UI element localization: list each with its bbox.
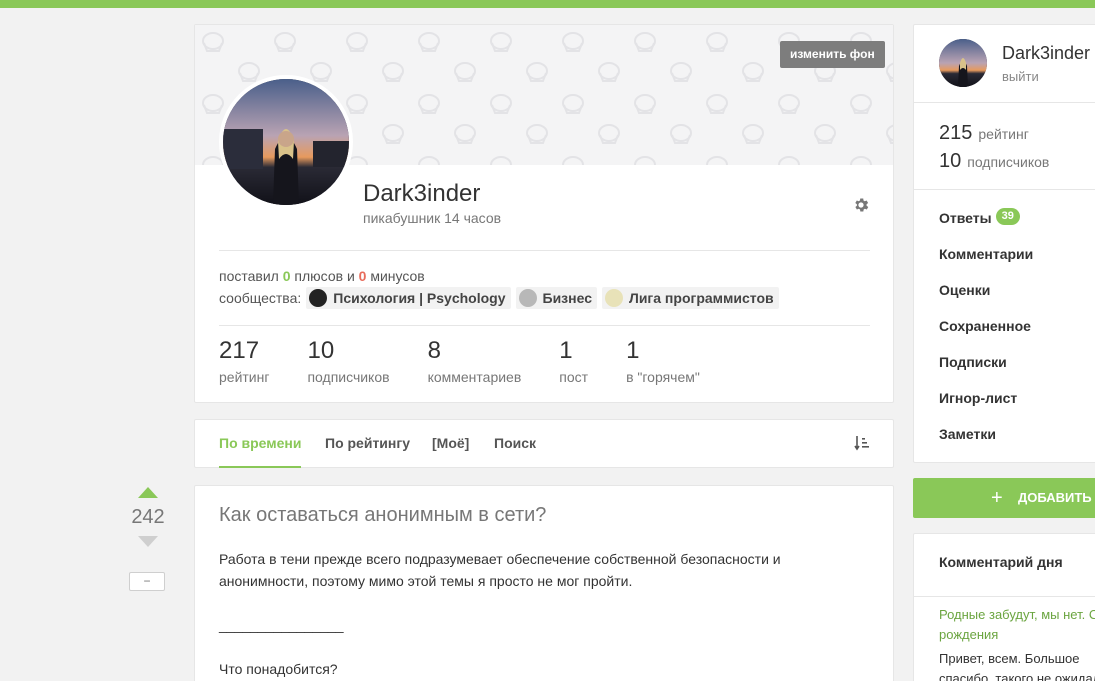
stat-label: рейтинг [219, 369, 270, 385]
tab-mine[interactable]: [Моё] [432, 420, 469, 468]
sidebar-rating: 215 рейтинг [939, 122, 1029, 145]
stat-number: 8 [427, 337, 441, 364]
divider [219, 250, 870, 251]
votes-summary: поставил 0 плюсов и 0 минусов [219, 268, 425, 284]
community-label: Психология | Psychology [333, 290, 506, 306]
sidebar-subs-number: 10 [939, 150, 962, 172]
stat-number: 217 [219, 337, 260, 364]
feed-tabs: По времени По рейтингу [Моё] Поиск [194, 419, 894, 468]
sidebar-rating-number: 215 [939, 122, 973, 144]
divider [914, 102, 1095, 103]
menu-item-saved[interactable]: Сохраненное [939, 316, 1033, 352]
upvote-arrow-icon[interactable] [138, 487, 158, 498]
sidebar-avatar[interactable] [939, 39, 987, 87]
divider [219, 325, 870, 326]
profile-stats: 217 рейтинг 10 подписчиков 8 комментарие… [219, 337, 738, 385]
menu-item-label: Ответы [939, 210, 992, 226]
menu-item-ratings[interactable]: Оценки [939, 280, 1033, 316]
stat-label: пост [559, 369, 589, 385]
community-programmers[interactable]: Лига программистов [602, 287, 779, 309]
comment-of-the-day-card: Комментарий дня Родные забудут, мы нет. … [913, 533, 1095, 681]
programmers-league-icon [605, 289, 623, 307]
menu-item-answers[interactable]: Ответы 39 [939, 208, 1033, 244]
post-paragraph: Работа в тени прежде всего подразумевает… [219, 551, 781, 589]
stat-number: 10 [307, 337, 335, 364]
stat-rating: 217 рейтинг [219, 337, 269, 385]
post-separator: ________________ [219, 617, 344, 633]
sort-icon[interactable] [854, 435, 870, 451]
downvote-arrow-icon[interactable] [138, 536, 158, 547]
tab-by-time[interactable]: По времени [219, 420, 302, 468]
stat-hot: 1 в "горячем" [626, 337, 700, 385]
collapse-post-button[interactable]: − [129, 572, 165, 591]
communities-row: сообщества: Психология | Psychology Бизн… [219, 287, 779, 309]
divider [914, 189, 1095, 190]
post-paragraph: Что понадобится? [219, 661, 338, 677]
stat-posts: 1 пост [559, 337, 588, 385]
community-label: Лига программистов [629, 290, 774, 306]
community-business[interactable]: Бизнес [515, 287, 597, 309]
tab-by-rating[interactable]: По рейтингу [325, 420, 410, 468]
cotd-comment-text: Привет, всем. Большое спасибо, такого не… [939, 651, 1095, 681]
cotd-post-link[interactable]: Родные забудут, мы нет. С рождения [939, 605, 1095, 645]
gear-icon[interactable] [852, 196, 870, 214]
menu-item-subscriptions[interactable]: Подписки [939, 352, 1033, 388]
sidebar-username[interactable]: Dark3inder [1002, 43, 1090, 64]
post-title[interactable]: Как оставаться анонимным в сети? [219, 504, 546, 527]
sidebar-subscribers: 10 подписчиков [939, 150, 1049, 173]
community-label: Бизнес [542, 290, 592, 306]
communities-label: сообщества: [219, 290, 302, 306]
sidebar-rating-label: рейтинг [978, 126, 1029, 142]
stat-number: 1 [626, 337, 640, 364]
stat-label: комментариев [427, 369, 522, 385]
sidebar-user-card: Dark3inder выйти 215 рейтинг 10 подписчико… [913, 24, 1095, 463]
community-psychology[interactable]: Психология | Psychology [306, 287, 511, 309]
divider [914, 596, 1095, 597]
stat-number: 1 [559, 337, 573, 364]
post-rating: 242 [131, 506, 165, 528]
stat-label: в "горячем" [626, 369, 700, 385]
add-post-label: ДОБАВИТЬ [1018, 490, 1092, 505]
stat-comments: 8 комментариев [428, 337, 522, 385]
change-background-button[interactable]: изменить фон [780, 41, 885, 68]
pluses-word: плюсов и [290, 268, 359, 284]
stat-label: подписчиков [307, 369, 390, 385]
head-gears-icon [309, 289, 328, 307]
business-icon [518, 289, 537, 307]
menu-item-ignore-list[interactable]: Игнор-лист [939, 388, 1033, 424]
plus-icon: + [991, 487, 1003, 509]
top-accent-bar [0, 0, 1095, 8]
profile-card: изменить фон Dark3inder пикабушник 14 ча… [194, 24, 894, 403]
minuses-word: минусов [366, 268, 425, 284]
post-body: Работа в тени прежде всего подразумевает… [219, 548, 819, 681]
votes-prefix: поставил [219, 268, 283, 284]
profile-rank: пикабушник 14 часов [363, 210, 502, 226]
profile-username: Dark3inder [363, 180, 481, 207]
menu-item-comments[interactable]: Комментарии [939, 244, 1033, 280]
stat-subscribers: 10 подписчиков [307, 337, 389, 385]
pluses-count: 0 [282, 268, 291, 284]
logout-link[interactable]: выйти [1002, 69, 1039, 84]
cotd-title: Комментарий дня [939, 554, 1063, 570]
add-post-button[interactable]: + ДОБАВИТЬ [913, 478, 1095, 518]
sidebar-subs-label: подписчиков [967, 154, 1050, 170]
menu-item-notes[interactable]: Заметки [939, 424, 1033, 460]
profile-avatar[interactable] [219, 75, 353, 209]
post-card: Как оставаться анонимным в сети? Работа … [194, 485, 894, 681]
sidebar-menu: Ответы 39 Комментарии Оценки Сохраненное … [939, 208, 1033, 460]
tab-search[interactable]: Поиск [494, 420, 536, 468]
answers-badge: 39 [995, 208, 1020, 225]
